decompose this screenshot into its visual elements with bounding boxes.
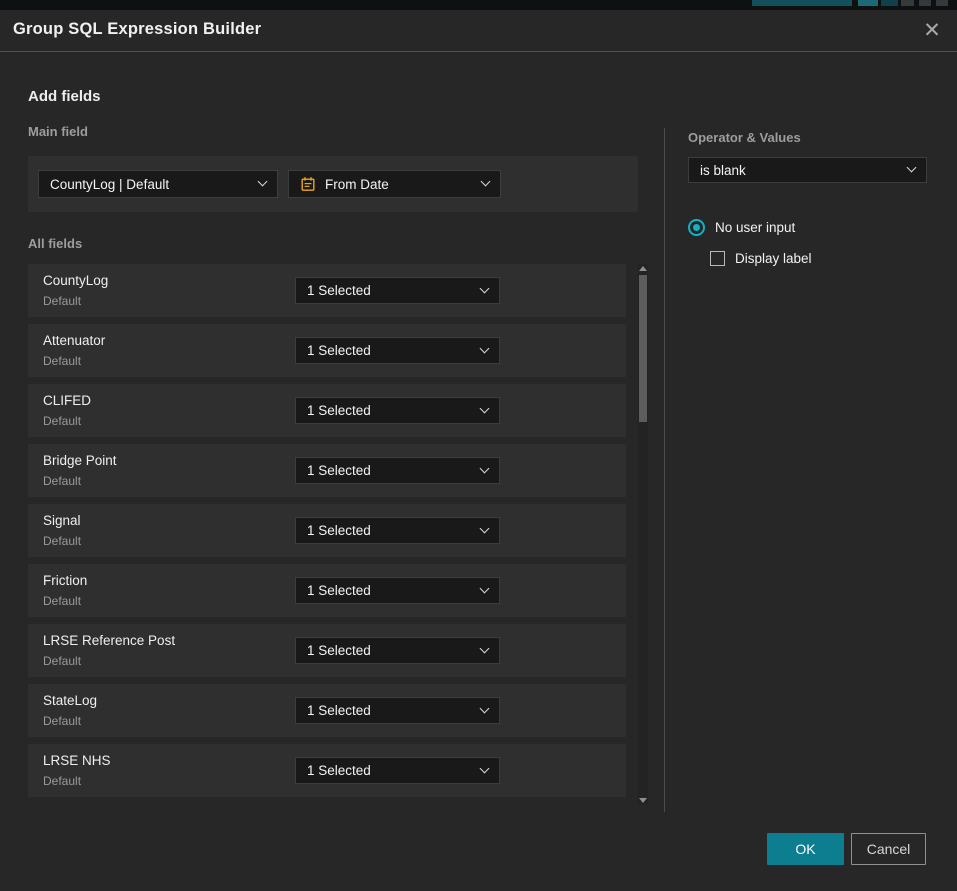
field-selected-dropdown[interactable]: 1 Selected: [295, 277, 500, 304]
background-toolbar-fragment: [858, 0, 878, 6]
calendar-icon: [300, 176, 316, 192]
field-row: Friction Default 1 Selected: [28, 564, 626, 617]
field-selected-value: 1 Selected: [307, 283, 371, 298]
chevron-down-icon: [481, 177, 491, 187]
display-label-option[interactable]: Display label: [710, 251, 812, 266]
chevron-down-icon: [480, 643, 490, 653]
field-selected-value: 1 Selected: [307, 523, 371, 538]
add-fields-heading: Add fields: [28, 88, 101, 105]
display-label-label: Display label: [735, 251, 812, 266]
operator-select[interactable]: is blank: [688, 157, 927, 183]
field-row: Signal Default 1 Selected: [28, 504, 626, 557]
no-user-input-label: No user input: [715, 220, 795, 235]
background-toolbar-fragment: [919, 0, 931, 6]
field-selected-dropdown[interactable]: 1 Selected: [295, 637, 500, 664]
background-live-view-fragment: [752, 0, 852, 6]
background-toolbar-fragment: [901, 0, 914, 6]
main-field-field-select[interactable]: From Date: [288, 170, 501, 198]
field-selected-dropdown[interactable]: 1 Selected: [295, 337, 500, 364]
no-user-input-option[interactable]: No user input: [688, 219, 795, 236]
chevron-down-icon: [480, 403, 490, 413]
field-selected-dropdown[interactable]: 1 Selected: [295, 577, 500, 604]
main-field-layer-select-value: CountyLog | Default: [50, 177, 169, 192]
field-selected-value: 1 Selected: [307, 343, 371, 358]
field-subtitle: Default: [43, 354, 81, 368]
background-toolbar-fragment: [881, 0, 898, 6]
field-name: StateLog: [43, 693, 97, 708]
field-row: LRSE Reference Post Default 1 Selected: [28, 624, 626, 677]
dialog-titlebar: Group SQL Expression Builder ✕: [0, 10, 957, 52]
chevron-down-icon: [907, 163, 917, 173]
ok-button[interactable]: OK: [767, 833, 844, 865]
main-field-label: Main field: [28, 124, 88, 139]
field-row: LRSE NHS Default 1 Selected: [28, 744, 626, 797]
background-app-strip: [0, 0, 957, 10]
chevron-down-icon: [480, 763, 490, 773]
main-field-strip: CountyLog | Default From Date: [28, 156, 638, 212]
field-selected-value: 1 Selected: [307, 643, 371, 658]
chevron-down-icon: [480, 283, 490, 293]
field-subtitle: Default: [43, 294, 81, 308]
scroll-up-icon[interactable]: [639, 266, 647, 271]
field-name: Bridge Point: [43, 453, 117, 468]
chevron-down-icon: [480, 343, 490, 353]
field-selected-dropdown[interactable]: 1 Selected: [295, 697, 500, 724]
chevron-down-icon: [480, 583, 490, 593]
field-subtitle: Default: [43, 594, 81, 608]
display-label-checkbox[interactable]: [710, 251, 725, 266]
field-row: CLIFED Default 1 Selected: [28, 384, 626, 437]
screen: Group SQL Expression Builder ✕ Add field…: [0, 0, 957, 891]
field-name: LRSE NHS: [43, 753, 111, 768]
close-icon[interactable]: ✕: [919, 17, 945, 43]
chevron-down-icon: [258, 177, 268, 187]
operator-values-label: Operator & Values: [688, 130, 801, 145]
chevron-down-icon: [480, 463, 490, 473]
all-fields-list: CountyLog Default 1 Selected Attenuator …: [28, 264, 626, 804]
scroll-down-icon[interactable]: [639, 798, 647, 803]
field-selected-dropdown[interactable]: 1 Selected: [295, 517, 500, 544]
field-selected-dropdown[interactable]: 1 Selected: [295, 757, 500, 784]
cancel-button[interactable]: Cancel: [851, 833, 926, 865]
background-toolbar-fragment: [936, 0, 948, 6]
field-row: CountyLog Default 1 Selected: [28, 264, 626, 317]
field-name: Attenuator: [43, 333, 105, 348]
field-selected-value: 1 Selected: [307, 763, 371, 778]
all-fields-scrollbar[interactable]: [638, 264, 648, 805]
field-subtitle: Default: [43, 534, 81, 548]
no-user-input-radio[interactable]: [688, 219, 705, 236]
field-name: Signal: [43, 513, 81, 528]
field-selected-value: 1 Selected: [307, 403, 371, 418]
chevron-down-icon: [480, 523, 490, 533]
field-selected-value: 1 Selected: [307, 583, 371, 598]
field-name: CLIFED: [43, 393, 91, 408]
field-name: LRSE Reference Post: [43, 633, 175, 648]
scrollbar-thumb[interactable]: [639, 275, 647, 422]
field-subtitle: Default: [43, 774, 81, 788]
group-sql-expression-builder-dialog: Group SQL Expression Builder ✕ Add field…: [0, 10, 957, 891]
field-selected-dropdown[interactable]: 1 Selected: [295, 397, 500, 424]
field-row: Bridge Point Default 1 Selected: [28, 444, 626, 497]
field-subtitle: Default: [43, 654, 81, 668]
field-subtitle: Default: [43, 714, 81, 728]
chevron-down-icon: [480, 703, 490, 713]
field-name: CountyLog: [43, 273, 108, 288]
main-field-field-select-value: From Date: [325, 177, 389, 192]
field-selected-value: 1 Selected: [307, 463, 371, 478]
panel-divider: [664, 128, 665, 812]
field-row: StateLog Default 1 Selected: [28, 684, 626, 737]
dialog-title: Group SQL Expression Builder: [13, 20, 261, 39]
field-subtitle: Default: [43, 474, 81, 488]
field-selected-value: 1 Selected: [307, 703, 371, 718]
main-field-layer-select[interactable]: CountyLog | Default: [38, 170, 278, 198]
operator-select-value: is blank: [700, 163, 746, 178]
all-fields-label: All fields: [28, 236, 82, 251]
field-row: Attenuator Default 1 Selected: [28, 324, 626, 377]
field-selected-dropdown[interactable]: 1 Selected: [295, 457, 500, 484]
field-subtitle: Default: [43, 414, 81, 428]
field-name: Friction: [43, 573, 87, 588]
